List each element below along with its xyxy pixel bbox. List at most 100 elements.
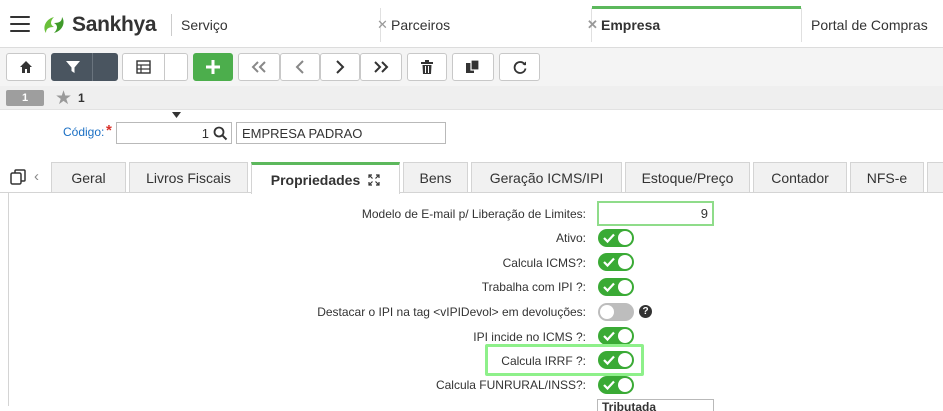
top-bar: Sankhya Serviço ✕ Parceiros ✕ Empresa Po… <box>0 0 943 48</box>
refresh-button[interactable] <box>499 53 540 81</box>
last-record-button[interactable] <box>360 53 402 81</box>
required-marker: * <box>106 122 112 139</box>
modelo-email-value: 9 <box>700 206 708 221</box>
ipi-incide-toggle[interactable] <box>598 327 634 345</box>
tab-empresa[interactable]: ✕ Empresa <box>587 6 661 44</box>
record-count: 1 <box>78 91 85 105</box>
home-button[interactable] <box>6 53 46 81</box>
calcula-icms-toggle[interactable] <box>598 253 634 271</box>
chevron-left-icon <box>295 60 304 74</box>
duplicate-button[interactable] <box>452 53 494 81</box>
tab-livros-fiscais[interactable]: Livros Fiscais <box>129 162 248 193</box>
app-logo-text: Sankhya <box>72 13 157 36</box>
grid-view-button[interactable] <box>122 53 188 81</box>
calcula-icms-label: Calcula ICMS?: <box>502 256 586 270</box>
check-icon <box>603 282 615 293</box>
iss-field[interactable]: Tributada <box>597 399 714 411</box>
calcula-irrf-toggle[interactable] <box>598 351 634 369</box>
plus-icon <box>206 60 220 74</box>
first-record-button[interactable] <box>238 53 280 81</box>
codigo-field[interactable]: 1 <box>116 122 232 144</box>
sankhya-logo-icon <box>44 17 64 33</box>
logo-divider <box>171 14 172 36</box>
modelo-email-label: Modelo de E-mail p/ Liberação de Limites… <box>361 207 586 221</box>
double-chevron-right-icon <box>374 61 389 73</box>
filter-icon <box>65 61 80 73</box>
chevron-down-icon[interactable] <box>172 112 181 118</box>
tab-propriedades[interactable]: Propriedades <box>251 162 400 194</box>
destacar-ipi-label: Destacar o IPI na tag <vIPIDevol> em dev… <box>317 305 586 319</box>
tab-contador-label: Contador <box>771 170 829 186</box>
record-navigation-bar: 1 ★ 1 <box>0 86 943 110</box>
close-icon[interactable]: ✕ <box>587 17 598 33</box>
tab-portal-de-compras[interactable]: Portal de Compras <box>811 6 928 44</box>
ativo-label: Ativo: <box>555 231 586 245</box>
properties-panel <box>8 192 943 406</box>
tab-nfs-e-label: NFS-e <box>866 170 908 186</box>
previous-record-button[interactable] <box>280 53 320 81</box>
tab-bens-label: Bens <box>419 170 452 186</box>
ativo-toggle[interactable] <box>598 229 634 247</box>
refresh-icon <box>513 61 526 74</box>
tab-parceiros-label: Parceiros <box>391 17 451 33</box>
chevron-left-icon[interactable]: ‹ <box>34 168 39 185</box>
check-icon <box>603 380 615 391</box>
grid-split-divider <box>164 53 165 81</box>
tab-empresa-label: Empresa <box>601 17 661 33</box>
check-icon <box>603 331 615 342</box>
tab-geracao-icms-ipi[interactable]: Geração ICMS/IPI <box>471 162 622 193</box>
delete-button[interactable] <box>407 53 447 81</box>
chevron-down-icon[interactable] <box>101 112 110 118</box>
check-icon <box>603 355 615 366</box>
filter-split-divider <box>92 53 93 81</box>
page-indicator[interactable]: 1 <box>6 90 44 106</box>
add-button[interactable] <box>193 53 233 81</box>
calcula-funrural-toggle[interactable] <box>598 376 634 394</box>
trabalha-ipi-toggle[interactable] <box>598 278 634 296</box>
tab-portal-de-compras-label: Portal de Compras <box>811 17 928 33</box>
empresa-nome-field[interactable]: EMPRESA PADRAO <box>236 122 446 144</box>
ipi-incide-label: IPI incide no ICMS ?: <box>473 330 586 344</box>
grid-icon <box>135 60 151 74</box>
toolbar <box>0 48 943 118</box>
tab-servico-label: Serviço <box>181 17 228 33</box>
tab-overflow[interactable] <box>927 162 943 193</box>
tab-geral-label: Geral <box>71 170 106 186</box>
modelo-email-field[interactable]: 9 <box>597 201 714 226</box>
hamburger-menu-icon[interactable] <box>10 16 30 32</box>
double-chevron-left-icon <box>251 61 266 73</box>
check-icon <box>603 233 615 244</box>
check-icon <box>603 257 615 268</box>
close-icon[interactable]: ✕ <box>377 17 388 33</box>
codigo-value: 1 <box>201 125 209 141</box>
star-icon[interactable]: ★ <box>55 87 72 110</box>
tab-propriedades-label: Propriedades <box>270 171 361 188</box>
filter-button[interactable] <box>51 53 118 81</box>
tab-estoque-preco[interactable]: Estoque/Preço <box>625 162 750 193</box>
tab-servico[interactable]: Serviço <box>181 6 228 44</box>
tab-divider <box>801 8 802 42</box>
home-icon <box>20 61 32 73</box>
app-logo: Sankhya <box>40 12 157 38</box>
copy-tabs-icon[interactable] <box>10 169 26 185</box>
copy-icon <box>466 60 480 73</box>
chevron-right-icon <box>336 60 345 74</box>
destacar-ipi-toggle[interactable] <box>598 303 634 321</box>
trash-icon <box>421 60 433 74</box>
calcula-funrural-label: Calcula FUNRURAL/INSS?: <box>435 378 586 392</box>
tab-geracao-icms-ipi-label: Geração ICMS/IPI <box>489 170 604 186</box>
tab-contador[interactable]: Contador <box>753 162 847 193</box>
empresa-nome-value: EMPRESA PADRAO <box>242 125 363 141</box>
search-icon[interactable] <box>213 126 228 141</box>
tab-parceiros[interactable]: ✕ Parceiros <box>377 6 451 44</box>
trabalha-ipi-label: Trabalha com IPI ?: <box>481 280 586 294</box>
help-icon[interactable]: ? <box>639 305 652 318</box>
expand-icon[interactable] <box>368 173 380 186</box>
tab-geral[interactable]: Geral <box>51 162 126 193</box>
tab-nfs-e[interactable]: NFS-e <box>850 162 924 193</box>
next-record-button[interactable] <box>320 53 360 81</box>
tab-livros-fiscais-label: Livros Fiscais <box>146 170 231 186</box>
codigo-label: Código: <box>63 125 105 139</box>
tab-estoque-preco-label: Estoque/Preço <box>641 170 734 186</box>
tab-bens[interactable]: Bens <box>403 162 468 193</box>
